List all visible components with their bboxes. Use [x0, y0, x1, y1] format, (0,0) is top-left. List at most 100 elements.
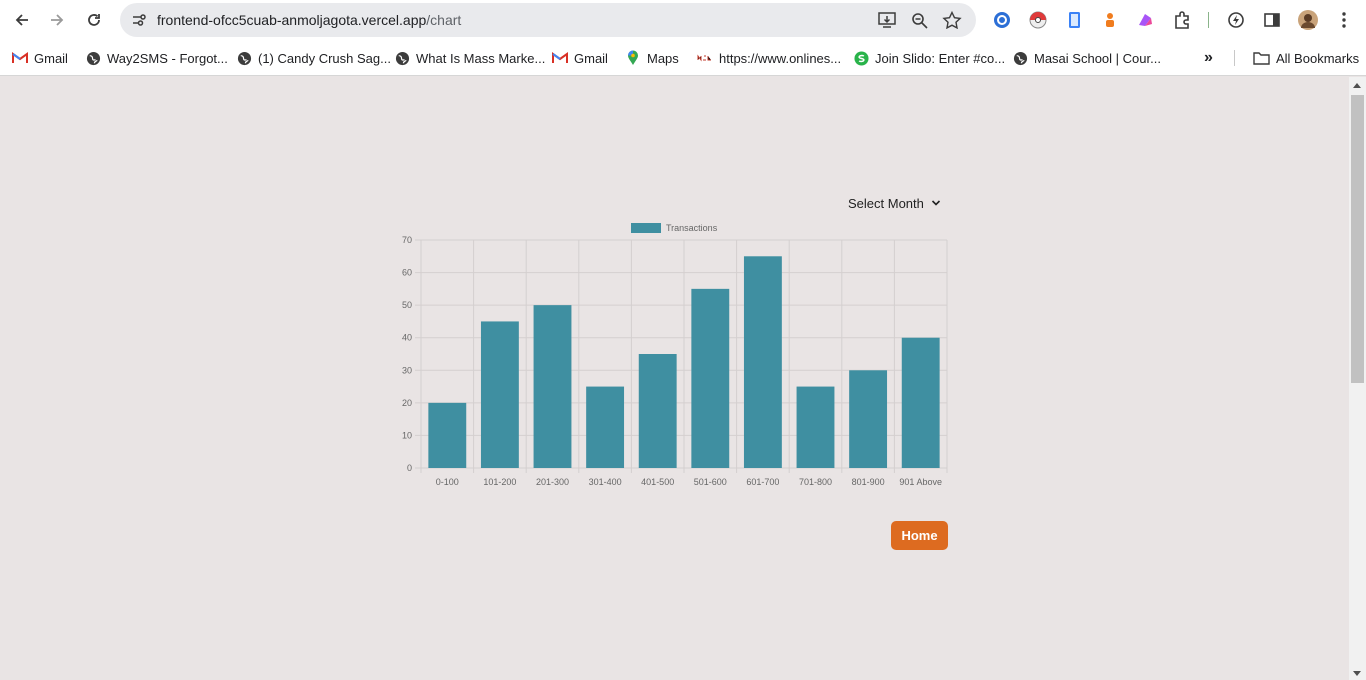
bookmark-label: Join Slido: Enter #co...: [875, 50, 1006, 66]
x-tick-label: 501-600: [694, 477, 727, 487]
bar-chart-svg: 0 10 20 30 40 50 60 70 0-100 101-200 201-300 301-40…: [402, 223, 948, 487]
x-tick-label: 301-400: [589, 477, 622, 487]
arrow-right-icon: [51, 14, 64, 26]
bookmark-maps[interactable]: Maps: [625, 49, 679, 67]
bookmark-label: https://www.onlines...: [719, 50, 842, 66]
globe-icon: [1012, 50, 1028, 66]
bar: [638, 354, 677, 468]
bar: [796, 386, 835, 468]
bookmark-candy-crush[interactable]: (1) Candy Crush Sag...: [236, 49, 391, 67]
bookmark-onlineservices[interactable]: https://www.onlines...: [697, 49, 841, 67]
bar: [691, 288, 730, 468]
browser-menu-icon[interactable]: [1333, 9, 1355, 31]
globe-icon: [394, 50, 410, 66]
bookmark-label: What Is Mass Marke...: [416, 50, 546, 66]
bookmark-label: Gmail: [574, 50, 608, 66]
y-tick-label: 30: [402, 365, 412, 375]
x-tick-label: 601-700: [746, 477, 779, 487]
extension-blue-icon[interactable]: [991, 9, 1013, 31]
url-text: frontend-ofcc5cuab-anmoljagota.vercel.ap…: [157, 12, 461, 28]
x-tick-label: 701-800: [799, 477, 832, 487]
bookmarks-divider: [1234, 50, 1235, 66]
bookmark-star-icon[interactable]: [942, 11, 962, 29]
bookmark-gmail-2[interactable]: Gmail: [552, 49, 608, 67]
x-tick-label: 901 Above: [899, 477, 942, 487]
more-bookmarks-button[interactable]: »: [1204, 49, 1213, 67]
scroll-thumb[interactable]: [1351, 95, 1364, 383]
bar: [428, 402, 467, 468]
reload-button[interactable]: [81, 8, 107, 32]
install-app-icon[interactable]: [877, 11, 897, 29]
extension-purple-icon[interactable]: [1134, 9, 1156, 31]
address-bar[interactable]: frontend-ofcc5cuab-anmoljagota.vercel.ap…: [120, 3, 976, 37]
side-panel-icon[interactable]: [1261, 9, 1283, 31]
reload-icon: [88, 14, 100, 26]
globe-icon: [236, 50, 252, 66]
forward-button[interactable]: [44, 8, 70, 32]
extension-orange-icon[interactable]: [1099, 9, 1121, 31]
arrow-left-icon: [15, 14, 28, 26]
toolbar-divider: [1208, 12, 1209, 28]
transactions-chart: 0 10 20 30 40 50 60 70 0-100 101-200 201-300 301-40…: [390, 218, 950, 490]
x-tick-label: 401-500: [641, 477, 674, 487]
bookmark-label: (1) Candy Crush Sag...: [258, 50, 391, 66]
bar: [901, 337, 940, 468]
site-info-icon[interactable]: [130, 11, 148, 29]
y-tick-label: 10: [402, 430, 412, 440]
extensions-puzzle-icon[interactable]: [1171, 9, 1193, 31]
legend-swatch: [631, 223, 661, 233]
y-tick-label: 0: [407, 463, 412, 473]
bookmark-label: Way2SMS - Forgot...: [107, 50, 228, 66]
performance-icon[interactable]: [1225, 9, 1247, 31]
back-button[interactable]: [9, 8, 35, 32]
bookmark-slido[interactable]: Join Slido: Enter #co...: [853, 49, 1005, 67]
extension-doc-icon[interactable]: [1063, 9, 1085, 31]
url-path: /chart: [426, 12, 462, 28]
bookmark-gmail[interactable]: Gmail: [12, 49, 68, 67]
all-bookmarks-button[interactable]: All Bookmarks: [1252, 49, 1359, 67]
gmail-icon: [552, 50, 568, 66]
bookmark-label: Maps: [647, 50, 679, 66]
chevron-down-icon: [931, 200, 940, 206]
bookmark-way2sms[interactable]: Way2SMS - Forgot...: [85, 49, 228, 67]
double-chevron-icon: »: [1204, 49, 1213, 66]
all-bookmarks-label: All Bookmarks: [1276, 50, 1360, 66]
globe-icon: [85, 50, 101, 66]
x-tick-label: 801-900: [852, 477, 885, 487]
browser-toolbar: frontend-ofcc5cuab-anmoljagota.vercel.ap…: [0, 0, 1366, 40]
x-tick-label: 0-100: [436, 477, 459, 487]
y-tick-label: 20: [402, 398, 412, 408]
x-tick-label: 101-200: [483, 477, 516, 487]
bookmarks-bar: Gmail Way2SMS - Forgot... (1) Candy Crus…: [0, 40, 1366, 76]
zoom-icon[interactable]: [910, 11, 930, 29]
folder-icon: [1252, 50, 1270, 66]
y-tick-label: 40: [402, 333, 412, 343]
select-month-dropdown[interactable]: Select Month: [842, 193, 942, 213]
bar: [533, 305, 572, 468]
y-tick-label: 50: [402, 300, 412, 310]
nsdl-icon: [697, 50, 713, 66]
bookmark-label: Gmail: [34, 50, 68, 66]
url-host: frontend-ofcc5cuab-anmoljagota.vercel.ap…: [157, 12, 427, 28]
bar: [849, 370, 888, 468]
bookmark-masai-school[interactable]: Masai School | Cour...: [1012, 49, 1161, 67]
select-month-label: Select Month: [848, 195, 924, 211]
gmail-icon: [12, 50, 28, 66]
y-tick-label: 70: [402, 235, 412, 245]
bar: [743, 256, 782, 468]
pokeball-icon[interactable]: [1027, 9, 1049, 31]
bar: [480, 321, 519, 468]
profile-avatar[interactable]: [1297, 9, 1319, 31]
page-scrollbar[interactable]: [1349, 77, 1366, 680]
bookmark-mass-marketing[interactable]: What Is Mass Marke...: [394, 49, 545, 67]
slido-icon: [853, 50, 869, 66]
x-tick-label: 201-300: [536, 477, 569, 487]
scroll-down-arrow-icon[interactable]: [1353, 671, 1361, 676]
scroll-up-arrow-icon[interactable]: [1353, 83, 1361, 88]
bar: [586, 386, 625, 468]
legend-label: Transactions: [666, 223, 718, 233]
maps-pin-icon: [625, 50, 641, 66]
bookmark-label: Masai School | Cour...: [1034, 50, 1161, 66]
home-button[interactable]: Home: [891, 521, 948, 550]
y-tick-label: 60: [402, 268, 412, 278]
